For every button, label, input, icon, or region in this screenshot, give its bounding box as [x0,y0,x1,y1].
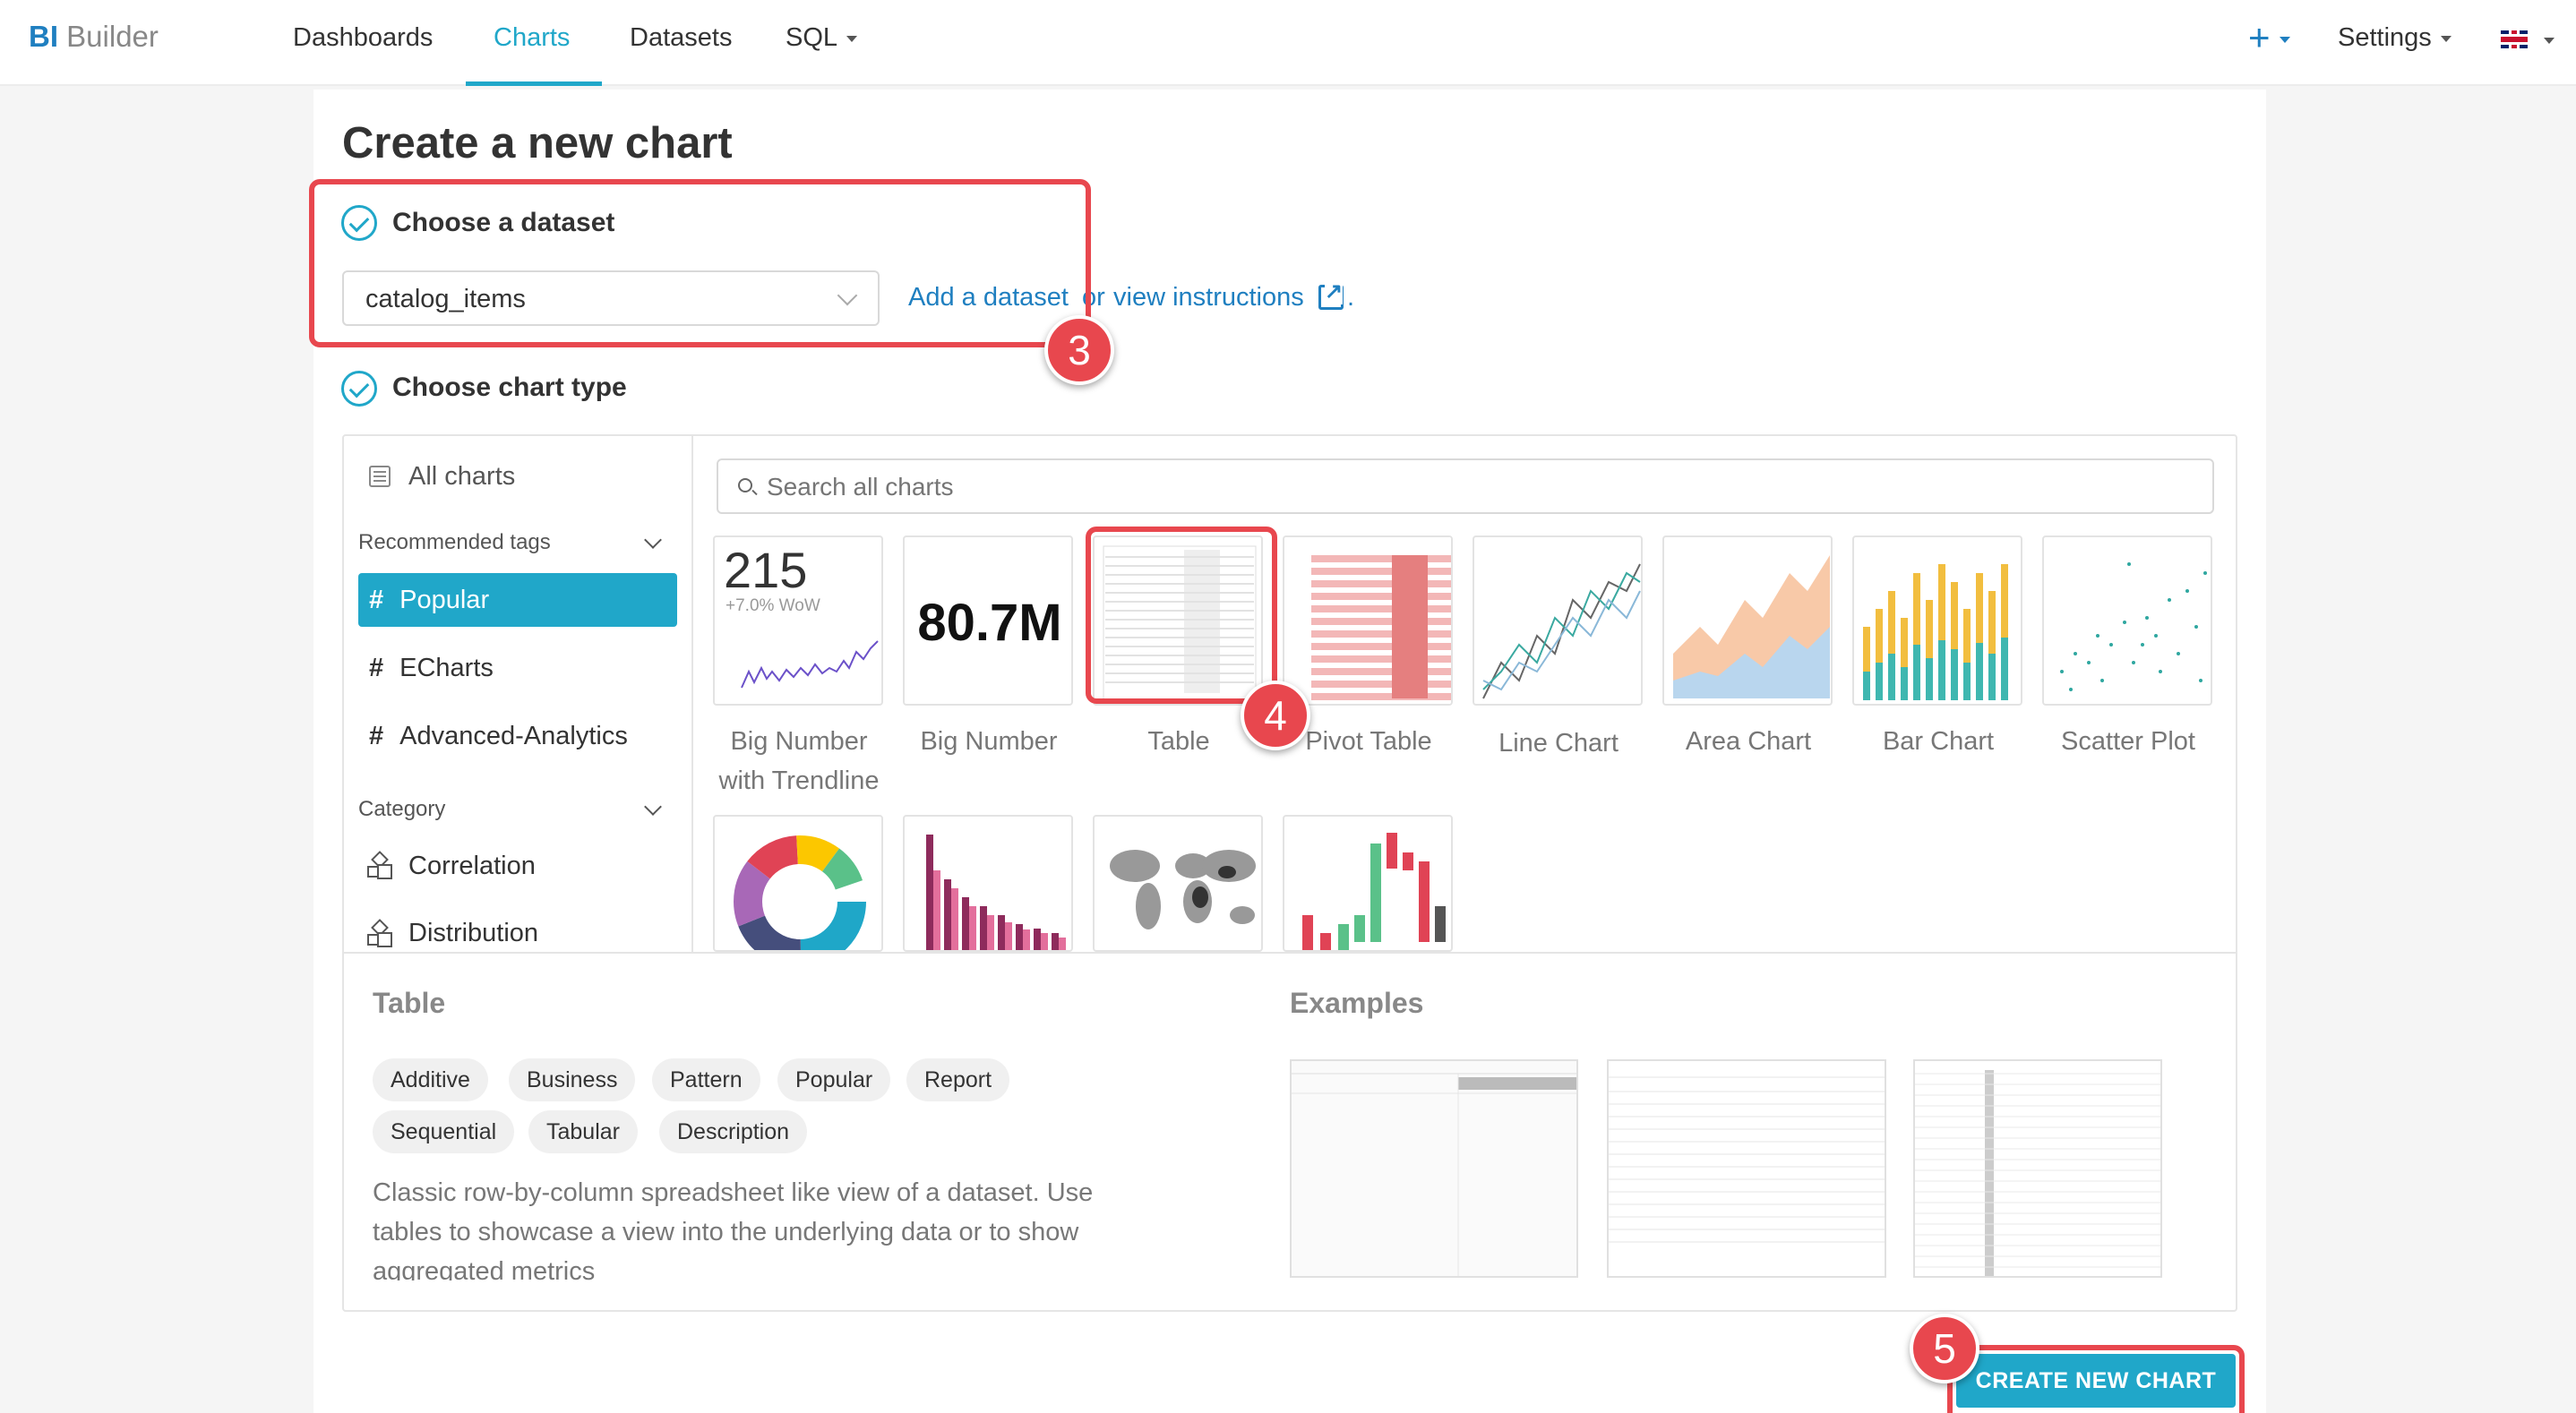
sidebar-item-distribution[interactable]: Distribution [408,919,538,948]
chart-tile-big-number[interactable]: 80.7M [903,535,1073,706]
divider [344,952,2236,954]
tag-description: Description [659,1110,808,1153]
hash-icon: # [369,654,384,682]
chart-tile-waterfall[interactable] [1283,815,1453,952]
example-thumbnail[interactable] [1290,1059,1578,1278]
chart-detail-title: Table [373,987,446,1019]
tag-tabular: Tabular [528,1110,638,1153]
chart-tile-scatter-plot[interactable] [2042,535,2212,706]
area-chart-preview [1673,555,1830,698]
step-badge-4: 4 [1241,681,1310,750]
pie-chart-preview [734,835,866,950]
hash-icon: # [369,722,384,750]
chart-tile-pie-chart[interactable] [713,815,883,952]
step-badge-5: 5 [1910,1314,1979,1383]
category-header[interactable]: Category [358,797,445,822]
chevron-down-icon [2544,38,2555,44]
tag-additive: Additive [373,1058,488,1101]
category-icon [367,853,391,878]
example-thumbnail[interactable] [1913,1059,2162,1278]
chart-tile-area-chart[interactable] [1662,535,1833,706]
waterfall-preview [1302,833,1446,950]
tag-report: Report [906,1058,1010,1101]
nav-sql-label: SQL [786,23,838,52]
line-chart-preview [1482,563,1641,699]
new-item-menu[interactable]: + [2248,16,2290,59]
sidebar-item-label: Popular [399,586,490,614]
nav-charts[interactable]: Charts [494,23,570,53]
chart-label-big-number-trendline: Big Number with Trendline [718,727,880,795]
list-icon [369,466,391,487]
plus-icon: + [2248,16,2271,58]
highlight-box-table [1086,527,1277,704]
settings-label: Settings [2338,23,2432,52]
highlight-box-dataset [309,179,1091,347]
check-circle-icon [341,371,377,407]
tile-preview-value: 80.7M [917,594,1062,652]
chart-label-bar-chart: Bar Chart [1882,727,1995,756]
example-preview [1292,1061,1576,1276]
sidebar-item-correlation[interactable]: Correlation [408,852,536,881]
chart-tile-line-chart[interactable] [1473,535,1643,706]
settings-menu[interactable]: Settings [2338,23,2451,53]
sidebar-item-echarts[interactable]: # ECharts [369,654,494,683]
sidebar-item-label: Advanced-Analytics [399,722,628,750]
brand-bi: BI [29,20,58,53]
example-thumbnail[interactable] [1607,1059,1886,1278]
recommended-tags-header[interactable]: Recommended tags [358,530,551,555]
tag-pattern: Pattern [652,1058,760,1101]
chart-label-scatter-plot: Scatter Plot [2061,727,2195,756]
nav-datasets[interactable]: Datasets [630,23,732,53]
page-title: Create a new chart [342,119,733,167]
trendline-preview [741,640,879,689]
histogram-preview [926,835,1066,950]
chevron-down-icon [846,35,858,42]
chart-label-big-number: Big Number [920,727,1058,756]
chart-tile-world-map[interactable] [1093,815,1263,952]
nav-dashboards[interactable]: Dashboards [293,23,433,53]
chevron-down-icon [2440,35,2451,42]
search-input[interactable] [767,473,2110,501]
examples-title: Examples [1290,987,1424,1019]
divider [691,436,693,952]
pivot-table-preview [1284,537,1451,704]
nav-sql[interactable]: SQL [786,23,858,53]
category-icon [367,921,391,946]
brand-name: Builder [66,20,159,53]
step-choose-chart-type-label: Choose chart type [392,373,627,402]
bar-chart-preview [1863,564,2008,700]
hash-icon: # [369,586,384,614]
sidebar-item-label: ECharts [399,654,494,682]
top-navbar: BI Builder Dashboards Charts Datasets SQ… [0,0,2576,86]
chart-label-line-chart: Line Chart [1498,729,1619,758]
scatter-plot-preview [2060,562,2207,691]
external-link-icon[interactable] [1318,278,1344,310]
view-instructions-link[interactable]: view instructions [1113,283,1304,313]
sidebar-item-all-charts[interactable]: All charts [408,462,515,492]
brand-logo[interactable]: BI Builder [29,20,159,54]
example-preview [1609,1061,1885,1276]
chart-tile-histogram[interactable] [903,815,1073,952]
highlight-box-create [1947,1345,2245,1413]
chart-label-area-chart: Area Chart [1685,727,1812,756]
search-icon [738,478,752,492]
tag-sequential: Sequential [373,1110,515,1153]
example-preview [1915,1061,2160,1276]
step-badge-3: 3 [1044,315,1114,385]
sidebar-item-advanced-analytics[interactable]: # Advanced-Analytics [369,722,628,751]
world-map-preview [1110,850,1256,929]
active-tab-indicator [466,81,602,86]
chart-search[interactable] [717,458,2214,514]
chart-tile-pivot-table[interactable] [1283,535,1453,706]
chart-description: Classic row-by-column spreadsheet like v… [373,1178,1094,1280]
chevron-down-icon [2279,37,2290,44]
tag-business: Business [509,1058,636,1101]
sidebar-item-popular[interactable]: # Popular [369,586,489,615]
language-flag-icon[interactable] [2501,30,2528,48]
chart-tile-big-number-trendline[interactable]: 215 +7.0% WoW [713,535,883,706]
tag-popular: Popular [777,1058,891,1101]
chart-tile-bar-chart[interactable] [1852,535,2022,706]
period-text: . [1347,283,1355,312]
